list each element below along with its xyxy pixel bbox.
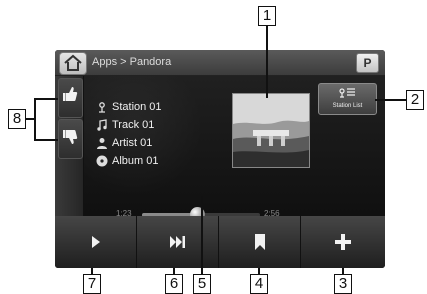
add-station-button[interactable]: [301, 216, 385, 268]
music-note-icon: [97, 119, 107, 131]
now-playing-area: Station 01 Track 01 Artist 01 Album 01 S…: [55, 76, 385, 222]
callout-6: 6: [165, 274, 183, 294]
track-name: Track 01: [112, 119, 155, 131]
station-icon: [99, 102, 105, 113]
callout-8-line: [26, 118, 34, 120]
artist-row: Artist 01: [95, 134, 162, 152]
top-bar: Apps > Pandora P: [55, 50, 385, 76]
artist-icon: [97, 138, 107, 149]
thumbs-up-button[interactable]: [58, 78, 83, 118]
callout-4: 4: [250, 274, 268, 294]
callout-8-bracket: [34, 98, 36, 140]
breadcrumb: Apps > Pandora: [92, 56, 172, 68]
station-list-icon: [339, 88, 355, 98]
thumbs-down-icon: [63, 130, 78, 144]
callout-8-bracket-top: [34, 98, 58, 100]
thumb-column: [55, 76, 84, 216]
callout-8: 8: [8, 109, 26, 129]
callout-8-bracket-bottom: [34, 139, 58, 141]
control-bar: [55, 216, 385, 268]
artist-name: Artist 01: [112, 137, 153, 149]
callout-1: 1: [258, 6, 276, 26]
album-row: Album 01: [95, 152, 162, 170]
callout-5-line: [201, 196, 203, 274]
thumbs-down-button[interactable]: [58, 119, 83, 159]
album-name: Album 01: [112, 155, 159, 167]
skip-forward-icon: [169, 236, 185, 248]
bookmark-button[interactable]: [219, 216, 301, 268]
play-button[interactable]: [55, 216, 137, 268]
callout-2: 2: [406, 90, 424, 110]
skip-forward-button[interactable]: [137, 216, 219, 268]
home-button[interactable]: [59, 52, 87, 75]
album-art-image: [233, 94, 309, 167]
home-icon: [64, 54, 82, 71]
pandora-p-button[interactable]: P: [356, 53, 379, 73]
station-row: Station 01: [95, 98, 162, 116]
station-list-label: Station List: [332, 103, 363, 109]
album-icon: [96, 155, 108, 167]
callout-3: 3: [334, 274, 352, 294]
bookmark-icon: [254, 234, 265, 250]
callout-7: 7: [83, 274, 101, 294]
pandora-screen: Apps > Pandora P Station 01 Track 01 Art…: [55, 50, 385, 268]
track-row: Track 01: [95, 116, 162, 134]
callout-1-line: [266, 26, 268, 98]
station-list-button[interactable]: Station List: [318, 83, 377, 115]
album-art: [232, 93, 310, 168]
track-info: Station 01 Track 01 Artist 01 Album 01: [95, 98, 162, 170]
play-icon: [91, 236, 100, 248]
callout-5: 5: [193, 274, 211, 294]
thumbs-up-icon: [63, 87, 78, 101]
callout-2-line: [375, 99, 406, 101]
station-name: Station 01: [112, 101, 162, 113]
plus-icon: [335, 234, 351, 250]
